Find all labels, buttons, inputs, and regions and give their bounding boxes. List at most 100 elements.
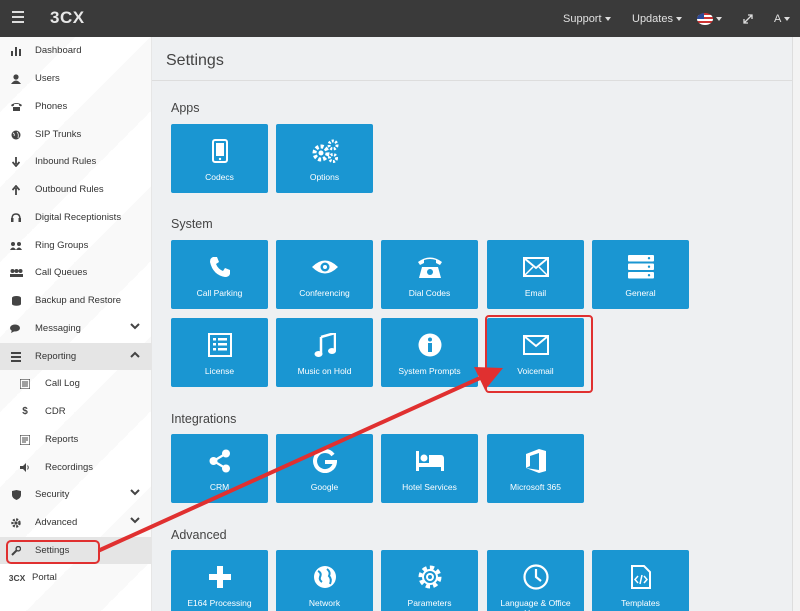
server-icon (627, 250, 654, 284)
sidebar-item-advanced[interactable]: Advanced (0, 509, 152, 536)
chevron-down-icon (716, 16, 722, 21)
tile-label: Email (524, 288, 547, 298)
gears-icon (310, 134, 340, 168)
tile-label: Music on Hold (297, 366, 352, 376)
sidebar-item-label: Outbound Rules (35, 184, 104, 195)
sidebar-item-users[interactable]: Users (0, 65, 152, 92)
database-icon (9, 294, 23, 308)
tile-crm[interactable]: CRM (171, 434, 268, 503)
sidebar-item-ring-groups[interactable]: Ring Groups (0, 232, 152, 259)
sidebar-item-reports[interactable]: Reports (0, 426, 152, 453)
sidebar-item-outbound-rules[interactable]: Outbound Rules (0, 176, 152, 203)
tile-label: Google (310, 482, 339, 492)
tile-templates[interactable]: Templates (592, 550, 689, 611)
user-initial: A (774, 12, 782, 25)
updates-menu[interactable]: Updates (632, 0, 682, 37)
fullscreen-button[interactable] (743, 0, 753, 37)
dollar-icon: $ (22, 406, 28, 417)
support-menu[interactable]: Support (563, 0, 611, 37)
sidebar-item-label: Call Queues (35, 267, 88, 278)
sidebar-item-label: SIP Trunks (35, 129, 82, 140)
voicemail-highlight (485, 315, 593, 393)
expand-icon (743, 13, 753, 24)
user-menu[interactable]: A (774, 0, 791, 37)
tile-dial-codes[interactable]: Dial Codes (381, 240, 478, 309)
tile-label: Call Parking (196, 288, 243, 298)
gear-icon (417, 560, 443, 594)
envelope-icon (522, 250, 549, 284)
sidebar-item-label: CDR (45, 406, 66, 417)
tile-conferencing[interactable]: Conferencing (276, 240, 373, 309)
tile-general[interactable]: General (592, 240, 689, 309)
speaker-icon (18, 461, 32, 475)
sidebar-item-label: Digital Receptionists (35, 212, 122, 223)
us-flag-icon (697, 12, 713, 25)
tile-language-office-hours[interactable]: Language & Office Hours (487, 550, 584, 611)
mobile-icon (211, 134, 228, 168)
sidebar-item-label: Advanced (35, 517, 78, 528)
language-menu[interactable] (697, 0, 722, 37)
support-label: Support (563, 12, 602, 25)
tile-microsoft-365[interactable]: Microsoft 365 (487, 434, 584, 503)
app-logo[interactable]: 3CX (50, 8, 85, 28)
tile-network[interactable]: Network (276, 550, 373, 611)
sidebar-item-label: Dashboard (35, 45, 82, 56)
tile-label: Network (308, 598, 341, 608)
tile-system-prompts[interactable]: System Prompts (381, 318, 478, 387)
menu-icon[interactable] (12, 11, 24, 24)
bed-icon (415, 444, 444, 478)
sidebar-item-inbound-rules[interactable]: Inbound Rules (0, 148, 152, 175)
tile-label: Options (309, 172, 340, 182)
tile-label: E164 Processing (187, 598, 252, 608)
section-advanced-heading: Advanced (171, 528, 227, 542)
tile-google[interactable]: Google (276, 434, 373, 503)
tile-label: Codecs (205, 172, 234, 182)
tile-hotel-services[interactable]: Hotel Services (381, 434, 478, 503)
tile-parameters[interactable]: Parameters (381, 550, 478, 611)
clock-icon (522, 560, 549, 594)
tile-license[interactable]: License (171, 318, 268, 387)
sidebar-item-portal[interactable]: 3CX Portal (0, 564, 152, 591)
sidebar-item-label: Security (35, 489, 70, 500)
sidebar-item-digital-receptionists[interactable]: Digital Receptionists (0, 204, 152, 231)
sidebar-item-label: Reporting (35, 351, 77, 362)
sidebar-item-dashboard[interactable]: Dashboard (0, 37, 152, 64)
tile-email[interactable]: Email (487, 240, 584, 309)
tile-label: Parameters (407, 598, 452, 608)
chat-icon (9, 322, 23, 336)
tile-music-on-hold[interactable]: Music on Hold (276, 318, 373, 387)
chevron-down-icon (784, 16, 791, 21)
sidebar-item-recordings[interactable]: Recordings (0, 454, 152, 481)
sidebar-item-call-log[interactable]: Call Log (0, 370, 152, 397)
sidebar-item-sip-trunks[interactable]: SIP Trunks (0, 121, 152, 148)
tile-label: CRM (209, 482, 230, 492)
scrollbar[interactable] (792, 37, 800, 611)
tile-codecs[interactable]: Codecs (171, 124, 268, 193)
sidebar-item-label: Reports (45, 434, 79, 445)
tile-e164-processing[interactable]: E164 Processing (171, 550, 268, 611)
google-icon (312, 444, 337, 478)
list-icon (18, 377, 32, 391)
tile-label: General (625, 288, 656, 298)
tile-call-parking[interactable]: Call Parking (171, 240, 268, 309)
globe-icon (313, 560, 337, 594)
sidebar-item-security[interactable]: Security (0, 481, 152, 508)
sidebar-item-backup-and-restore[interactable]: Backup and Restore (0, 287, 152, 314)
list-icon (9, 350, 23, 364)
chevron-down-icon (130, 489, 140, 496)
group-icon (9, 239, 23, 253)
chevron-down-icon (130, 323, 140, 330)
sidebar-item-cdr[interactable]: $ CDR (0, 398, 152, 425)
sidebar-item-call-queues[interactable]: Call Queues (0, 259, 152, 286)
tile-options[interactable]: Options (276, 124, 373, 193)
bar-chart-icon (9, 44, 23, 58)
sidebar-item-reporting[interactable]: Reporting (0, 343, 152, 370)
sidebar-item-label: Backup and Restore (35, 295, 122, 306)
tile-label: Templates (621, 598, 660, 608)
page-title: Settings (166, 52, 224, 69)
sidebar-item-messaging[interactable]: Messaging (0, 315, 152, 342)
tile-label: Microsoft 365 (509, 482, 562, 492)
sidebar-item-phones[interactable]: Phones (0, 93, 152, 120)
code-file-icon (630, 560, 651, 594)
chevron-down-icon (604, 16, 611, 21)
